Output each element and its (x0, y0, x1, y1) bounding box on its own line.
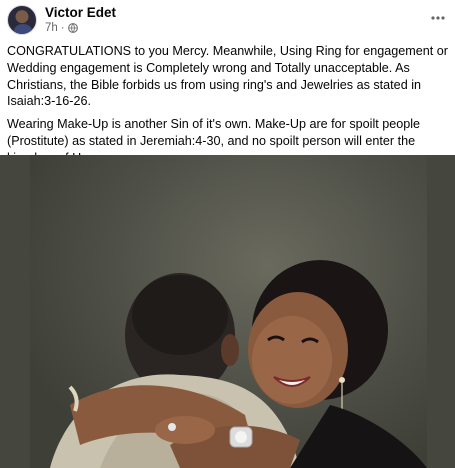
couple-embrace-image (50, 260, 427, 468)
facebook-post: Victor Edet 7h · CONGRATULATIONS to you … (0, 0, 455, 468)
photo-border-left (0, 155, 30, 468)
photo-content (30, 155, 427, 468)
post-header: Victor Edet 7h · (0, 0, 455, 40)
post-text: CONGRATULATIONS to you Mercy. Meanwhile,… (7, 43, 451, 173)
post-paragraph-1: CONGRATULATIONS to you Mercy. Meanwhile,… (7, 44, 448, 109)
meta-separator: · (60, 22, 65, 34)
post-photo[interactable] (0, 155, 455, 468)
author-name[interactable]: Victor Edet (45, 5, 116, 20)
avatar[interactable] (7, 5, 37, 35)
post-meta: 7h · (45, 22, 78, 34)
photo-border-right (427, 155, 455, 468)
post-time[interactable]: 7h (45, 22, 58, 34)
more-horizontal-icon[interactable] (429, 9, 447, 27)
globe-icon[interactable] (67, 23, 78, 33)
